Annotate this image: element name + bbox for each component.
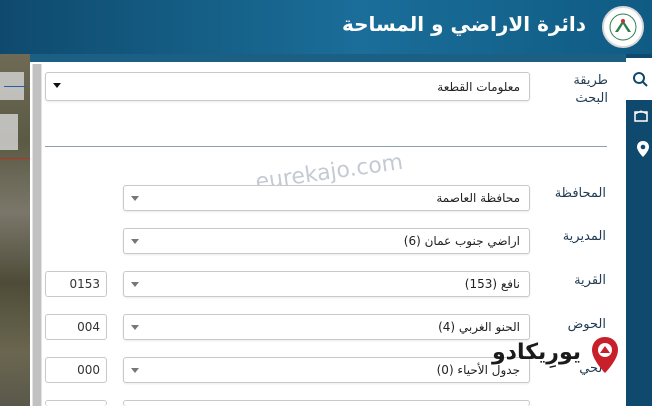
sidebar-item-search[interactable] bbox=[626, 58, 652, 100]
basin-code-field[interactable]: 004 bbox=[45, 314, 107, 340]
next-select[interactable] bbox=[123, 400, 530, 406]
neighborhood-select[interactable]: جدول الأحياء (0) bbox=[123, 357, 530, 383]
map-view[interactable] bbox=[0, 54, 30, 406]
governorate-label: المحافظة bbox=[554, 186, 606, 201]
search-method-select[interactable]: معلومات القطعة bbox=[45, 72, 530, 101]
dls-emblem-icon bbox=[602, 6, 644, 48]
map-pin-logo-icon bbox=[592, 337, 618, 373]
directorate-label: المديرية bbox=[562, 229, 606, 244]
village-code-field[interactable]: 0153 bbox=[45, 271, 107, 297]
chevron-down-icon bbox=[131, 325, 139, 330]
search-icon bbox=[633, 72, 648, 87]
chevron-down-icon bbox=[131, 282, 139, 287]
chevron-down-icon bbox=[131, 239, 139, 244]
app-header: دائرة الاراضي و المساحة bbox=[0, 0, 652, 54]
right-sidebar bbox=[626, 54, 652, 406]
basin-select[interactable]: الحنو الغربي (4) bbox=[123, 314, 530, 340]
divider bbox=[45, 146, 607, 147]
scrollbar[interactable] bbox=[32, 64, 42, 406]
next-code-field[interactable] bbox=[45, 400, 107, 406]
brand-name: يورِيكادو bbox=[492, 340, 581, 365]
basin-label: الحوض bbox=[567, 317, 606, 332]
village-label: القرية bbox=[574, 273, 606, 288]
chevron-down-icon bbox=[131, 368, 139, 373]
chevron-down-icon bbox=[131, 196, 139, 201]
village-select[interactable]: نافع (153) bbox=[123, 271, 530, 297]
location-pin-icon bbox=[637, 141, 649, 157]
neighborhood-code-field[interactable]: 000 bbox=[45, 357, 107, 383]
governorate-select[interactable]: محافظة العاصمة bbox=[123, 185, 530, 211]
directorate-select[interactable]: اراضي جنوب عمان (6) bbox=[123, 228, 530, 254]
sidebar-item-parcel[interactable] bbox=[626, 104, 652, 128]
parcel-icon bbox=[634, 110, 648, 122]
page-title: دائرة الاراضي و المساحة bbox=[341, 12, 586, 36]
brand-logo: يورِيكادو bbox=[492, 334, 628, 380]
chevron-down-icon bbox=[53, 83, 61, 88]
sidebar-item-location[interactable] bbox=[626, 136, 652, 162]
search-method-label: طريقة البحث bbox=[573, 73, 608, 106]
